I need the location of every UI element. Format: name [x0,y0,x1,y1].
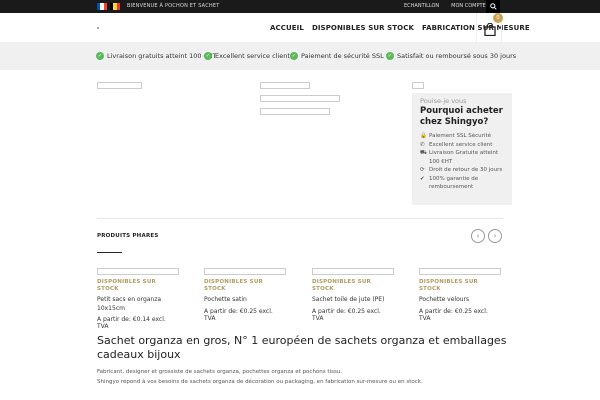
product-card[interactable]: DISPONIBLES SUR STOCK Pochette velours A… [419,268,501,322]
truck-icon: ⛟ [420,150,427,156]
benefit-refund: ✓ Satisfait ou remboursé sous 30 jours [386,52,517,60]
shopping-bag-icon [484,23,496,36]
product-name[interactable]: Sachet toile de jute (PE) [312,296,394,305]
section-divider [97,218,503,219]
intro-headline: Sachet organza en gros, N° 1 européen de… [97,334,507,361]
banner-placeholder [260,95,340,102]
benefit-free-shipping: ✓ Livraison gratuits atteint 100 €HT [96,52,217,60]
flag-belgium-icon[interactable] [110,3,120,10]
product-card[interactable]: DISPONIBLES SUR STOCK Pochette satin A p… [204,268,286,322]
benefit-ssl: ✓ Paiement de sécurité SSL [290,52,384,60]
account-link[interactable]: MON COMPTE [451,3,486,9]
refresh-icon: ⟳ [420,167,425,173]
product-image[interactable] [419,268,501,275]
chevron-left-icon: ‹ [476,232,480,240]
why-buy-box: Pouise-je vous Pourquoi acheter chez Shi… [412,93,512,205]
check-icon: ✓ [96,52,104,60]
chevron-right-icon: › [493,232,497,240]
carousel-next-button[interactable]: › [488,229,502,243]
why-item-service: ✆ Excellent service client [420,141,493,148]
product-card[interactable]: DISPONIBLES SUR STOCK Sachet toile de ju… [312,268,394,322]
search-button[interactable] [486,0,500,13]
intro-paragraph-1: Fabricant, designer et grossiste de sach… [97,369,343,375]
why-list: 🔒 Paiement SSL Sécurité ✆ Excellent serv… [420,132,504,192]
product-price: A partir de: €0.25 excl. TVA [204,307,273,322]
title-underline [97,252,122,253]
product-price: A partir de: €0.25 excl. TVA [419,307,488,322]
cart-button[interactable]: 0 [476,13,503,43]
banner-placeholder [260,82,310,89]
featured-products-title: PRODUITS PHARES [97,233,159,239]
product-image[interactable] [97,268,179,275]
carousel-prev-button[interactable]: ‹ [471,229,485,243]
product-category[interactable]: DISPONIBLES SUR STOCK [204,279,286,293]
intro-paragraph-2: Shingyo répond à vos besoins de sachets … [97,379,423,385]
language-flags [97,3,120,10]
why-item-returns: ⟳ Droit de retour de 30 jours [420,167,503,173]
why-title: Pourquoi acheter chez Shingyo? [420,106,503,127]
product-price: A partir de: €0.14 excl. TVA [97,316,166,330]
main-header: ACCUEIL DISPONIBLES SUR STOCK FABRICATIO… [0,13,600,43]
banner-placeholder [97,82,142,89]
phone-icon: ✆ [420,141,425,148]
why-item-guarantee: ✔ 100% garantie de remboursement [420,175,479,191]
nav-in-stock[interactable]: DISPONIBLES SUR STOCK [312,24,414,32]
why-item-ssl: 🔒 Paiement SSL Sécurité [420,133,491,139]
why-pretitle: Pouise-je vous [420,97,467,105]
banner-placeholder [412,82,424,89]
check-icon: ✓ [386,52,394,60]
benefits-bar: ✓ Livraison gratuits atteint 100 €HT ✓ E… [0,43,600,70]
product-name[interactable]: Pochette velours [419,296,501,305]
sample-link[interactable]: ECHANTILLON [404,3,439,9]
product-name[interactable]: Pochette satin [204,296,286,305]
product-image[interactable] [312,268,394,275]
why-item-shipping: ⛟ Livraison Gratuite atteint 100 €HT [420,150,499,165]
product-price: A partir de: €0.25 excl. TVA [312,307,381,322]
nav-home[interactable]: ACCUEIL [270,24,304,32]
logo[interactable] [97,27,99,29]
flag-france-icon[interactable] [97,3,107,10]
welcome-text: BIENVENUE À POCHON ET SACHET [127,3,220,9]
lock-icon: 🔒 [420,133,427,139]
product-name[interactable]: Petit sacs en organza 10x15cm [97,296,179,313]
top-bar: BIENVENUE À POCHON ET SACHET ECHANTILLON… [0,0,600,13]
check-icon: ✓ [290,52,298,60]
product-category[interactable]: DISPONIBLES SUR STOCK [312,279,394,293]
check-circle-icon: ✔ [420,175,425,182]
product-image[interactable] [204,268,286,275]
check-icon: ✓ [204,52,212,60]
cart-count-badge: 0 [493,13,503,23]
product-category[interactable]: DISPONIBLES SUR STOCK [419,279,501,293]
benefit-service: ✓ Excellent service client [204,52,290,60]
product-category[interactable]: DISPONIBLES SUR STOCK [97,279,179,293]
search-icon [489,3,497,10]
top-links: ECHANTILLON MON COMPTE [404,3,486,9]
product-card[interactable]: DISPONIBLES SUR STOCK Petit sacs en orga… [97,268,179,330]
banner-placeholder [260,108,330,115]
